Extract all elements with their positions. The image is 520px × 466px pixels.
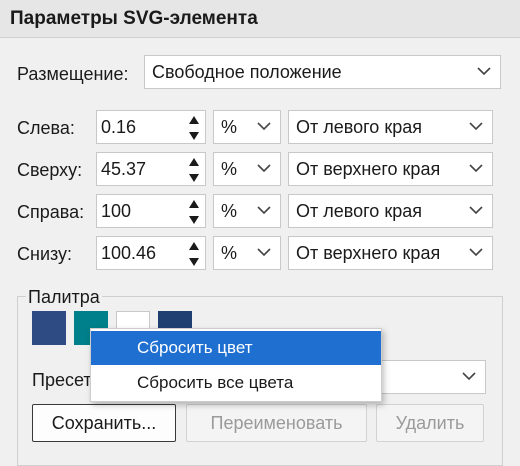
placement-value: Свободное положение: [152, 62, 342, 82]
panel-title: Параметры SVG-элемента: [0, 0, 520, 38]
preset-select[interactable]: [380, 360, 486, 394]
right-unit: %: [221, 201, 238, 221]
placement-label: Размещение:: [17, 64, 129, 84]
top-value: 45.37: [101, 159, 147, 179]
menu-item-label: Сбросить цвет: [137, 338, 253, 357]
menu-item-reset-all-colors[interactable]: Сбросить все цвета: [91, 366, 381, 400]
left-value-spinner[interactable]: 0.16: [96, 110, 206, 144]
bottom-unit-select[interactable]: %: [213, 236, 281, 270]
chevron-down-icon: [462, 372, 476, 381]
top-unit: %: [221, 159, 238, 179]
right-label: Справа:: [17, 202, 85, 222]
delete-button[interactable]: Удалить: [376, 404, 484, 442]
spin-arrows-icon[interactable]: [187, 198, 201, 226]
right-value: 100: [101, 201, 132, 221]
context-menu: Сбросить цвет Сбросить все цвета: [90, 328, 382, 402]
rename-button[interactable]: Переименовать: [186, 404, 367, 442]
chevron-down-icon: [257, 248, 271, 257]
menu-item-reset-color[interactable]: Сбросить цвет: [91, 331, 381, 365]
right-ref: От левого края: [296, 201, 422, 221]
chevron-down-icon: [257, 122, 271, 131]
top-ref: От верхнего края: [296, 159, 441, 179]
left-ref: От левого края: [296, 117, 422, 137]
top-unit-select[interactable]: %: [213, 152, 281, 186]
right-value-spinner[interactable]: 100: [96, 194, 206, 228]
left-unit-select[interactable]: %: [213, 110, 281, 144]
bottom-value-spinner[interactable]: 100.46: [96, 236, 206, 270]
menu-item-label: Сбросить все цвета: [137, 373, 294, 392]
palette-swatch-1[interactable]: [32, 311, 66, 345]
palette-title: Палитра: [26, 287, 102, 308]
spin-arrows-icon[interactable]: [187, 156, 201, 184]
chevron-down-icon: [469, 164, 483, 173]
top-ref-select[interactable]: От верхнего края: [288, 152, 493, 186]
spin-arrows-icon[interactable]: [187, 114, 201, 142]
chevron-down-icon: [469, 206, 483, 215]
spin-arrows-icon[interactable]: [187, 240, 201, 268]
chevron-down-icon: [477, 67, 491, 76]
save-button[interactable]: Сохранить...: [32, 404, 176, 442]
chevron-down-icon: [469, 248, 483, 257]
chevron-down-icon: [257, 206, 271, 215]
left-unit: %: [221, 117, 238, 137]
top-value-spinner[interactable]: 45.37: [96, 152, 206, 186]
placement-select[interactable]: Свободное положение: [144, 55, 501, 89]
bottom-ref: От верхнего края: [296, 243, 441, 263]
bottom-ref-select[interactable]: От верхнего края: [288, 236, 493, 270]
top-label: Сверху:: [17, 160, 83, 180]
right-unit-select[interactable]: %: [213, 194, 281, 228]
right-ref-select[interactable]: От левого края: [288, 194, 493, 228]
left-label: Слева:: [17, 118, 75, 138]
bottom-unit: %: [221, 243, 238, 263]
bottom-value: 100.46: [101, 243, 157, 263]
bottom-label: Снизу:: [17, 244, 73, 264]
left-value: 0.16: [101, 117, 137, 137]
preset-label: Пресет: [32, 370, 92, 390]
chevron-down-icon: [257, 164, 271, 173]
left-ref-select[interactable]: От левого края: [288, 110, 493, 144]
chevron-down-icon: [469, 122, 483, 131]
